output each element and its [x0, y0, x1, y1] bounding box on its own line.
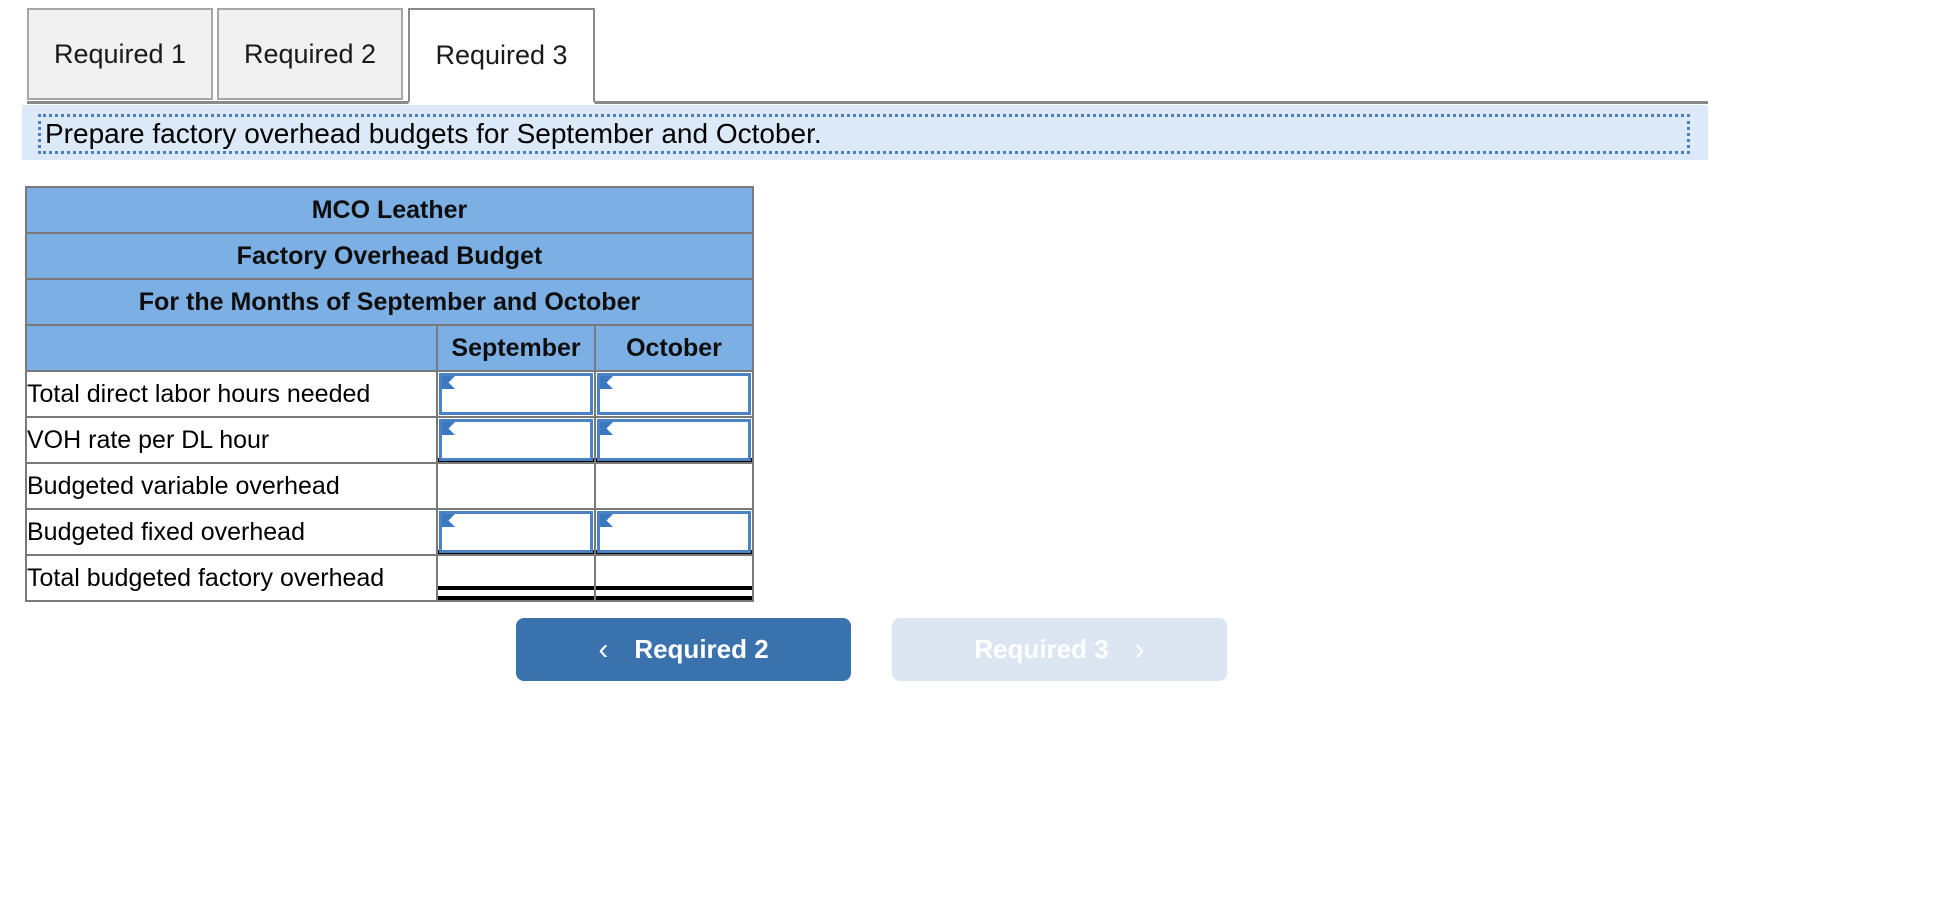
input-box[interactable] [439, 511, 593, 553]
cell-september-budgeted-fixed-overhead[interactable] [436, 508, 596, 556]
cell-flag-icon [442, 514, 455, 527]
cell-flag-icon [442, 422, 455, 435]
column-header-blank [25, 324, 438, 372]
navigation-bar: ‹ Required 2 Required 3 › [0, 618, 1954, 690]
chevron-left-icon: ‹ [598, 632, 609, 666]
input-september-budgeted-fixed-overhead[interactable] [458, 514, 588, 550]
instruction-text: Prepare factory overhead budgets for Sep… [45, 118, 822, 149]
cell-september-voh-rate[interactable] [436, 416, 596, 464]
tab-required-2[interactable]: Required 2 [217, 8, 403, 100]
cell-october-total-direct-labor-hours[interactable] [594, 370, 754, 418]
cell-october-budgeted-variable-overhead [594, 462, 754, 510]
column-header-september: September [436, 324, 596, 372]
table-column-header-row: September October [25, 324, 754, 372]
cell-october-voh-rate[interactable] [594, 416, 754, 464]
cell-flag-icon [600, 514, 613, 527]
cell-flag-icon [600, 422, 613, 435]
tab-required-1[interactable]: Required 1 [27, 8, 213, 100]
column-header-october: October [594, 324, 754, 372]
table-row: Total budgeted factory overhead [25, 554, 754, 602]
row-label-budgeted-variable-overhead: Budgeted variable overhead [25, 462, 438, 510]
input-october-total-direct-labor-hours[interactable] [616, 376, 746, 412]
cell-september-total-direct-labor-hours[interactable] [436, 370, 596, 418]
cell-flag-icon [600, 376, 613, 389]
cell-september-total-budgeted-factory-overhead [436, 554, 596, 602]
input-box[interactable] [439, 419, 593, 461]
input-october-budgeted-fixed-overhead[interactable] [616, 514, 746, 550]
row-label-budgeted-fixed-overhead: Budgeted fixed overhead [25, 508, 438, 556]
cell-september-budgeted-variable-overhead [436, 462, 596, 510]
cell-october-budgeted-fixed-overhead[interactable] [594, 508, 754, 556]
instruction-dotted-frame: Prepare factory overhead budgets for Sep… [38, 114, 1690, 154]
input-september-voh-rate[interactable] [458, 422, 588, 458]
input-september-total-direct-labor-hours[interactable] [458, 376, 588, 412]
factory-overhead-budget-table: MCO Leather Factory Overhead Budget For … [25, 186, 754, 602]
table-title-row-1: MCO Leather [25, 186, 754, 234]
company-name-cell: MCO Leather [25, 186, 754, 234]
input-october-voh-rate[interactable] [616, 422, 746, 458]
next-button-label: Required 3 [974, 634, 1109, 664]
instruction-bar: Prepare factory overhead budgets for Sep… [22, 105, 1708, 160]
table-row: VOH rate per DL hour [25, 416, 754, 464]
table-title-row-2: Factory Overhead Budget [25, 232, 754, 280]
row-label-total-budgeted-factory-overhead: Total budgeted factory overhead [25, 554, 438, 602]
cell-october-total-budgeted-factory-overhead [594, 554, 754, 602]
report-period-cell: For the Months of September and October [25, 278, 754, 326]
tab-required-3[interactable]: Required 3 [408, 8, 595, 104]
input-box[interactable] [597, 511, 751, 553]
cell-flag-icon [442, 376, 455, 389]
table-row: Total direct labor hours needed [25, 370, 754, 418]
previous-button-label: Required 2 [634, 634, 769, 664]
next-required-3-button[interactable]: Required 3 › [892, 618, 1227, 681]
tab-strip-divider [27, 101, 1708, 104]
tab-required-1-label: Required 1 [53, 38, 187, 69]
tab-strip: Required 1 Required 2 Required 3 [0, 0, 1954, 104]
report-name-cell: Factory Overhead Budget [25, 232, 754, 280]
chevron-right-icon: › [1134, 632, 1145, 666]
table-row: Budgeted variable overhead [25, 462, 754, 510]
tab-required-3-label: Required 3 [435, 40, 568, 70]
input-box[interactable] [439, 373, 593, 415]
input-box[interactable] [597, 419, 751, 461]
table-row: Budgeted fixed overhead [25, 508, 754, 556]
input-box[interactable] [597, 373, 751, 415]
previous-required-2-button[interactable]: ‹ Required 2 [516, 618, 851, 681]
row-label-voh-rate-per-dl-hour: VOH rate per DL hour [25, 416, 438, 464]
row-label-total-direct-labor-hours: Total direct labor hours needed [25, 370, 438, 418]
tab-required-2-label: Required 2 [243, 38, 377, 69]
table-title-row-3: For the Months of September and October [25, 278, 754, 326]
